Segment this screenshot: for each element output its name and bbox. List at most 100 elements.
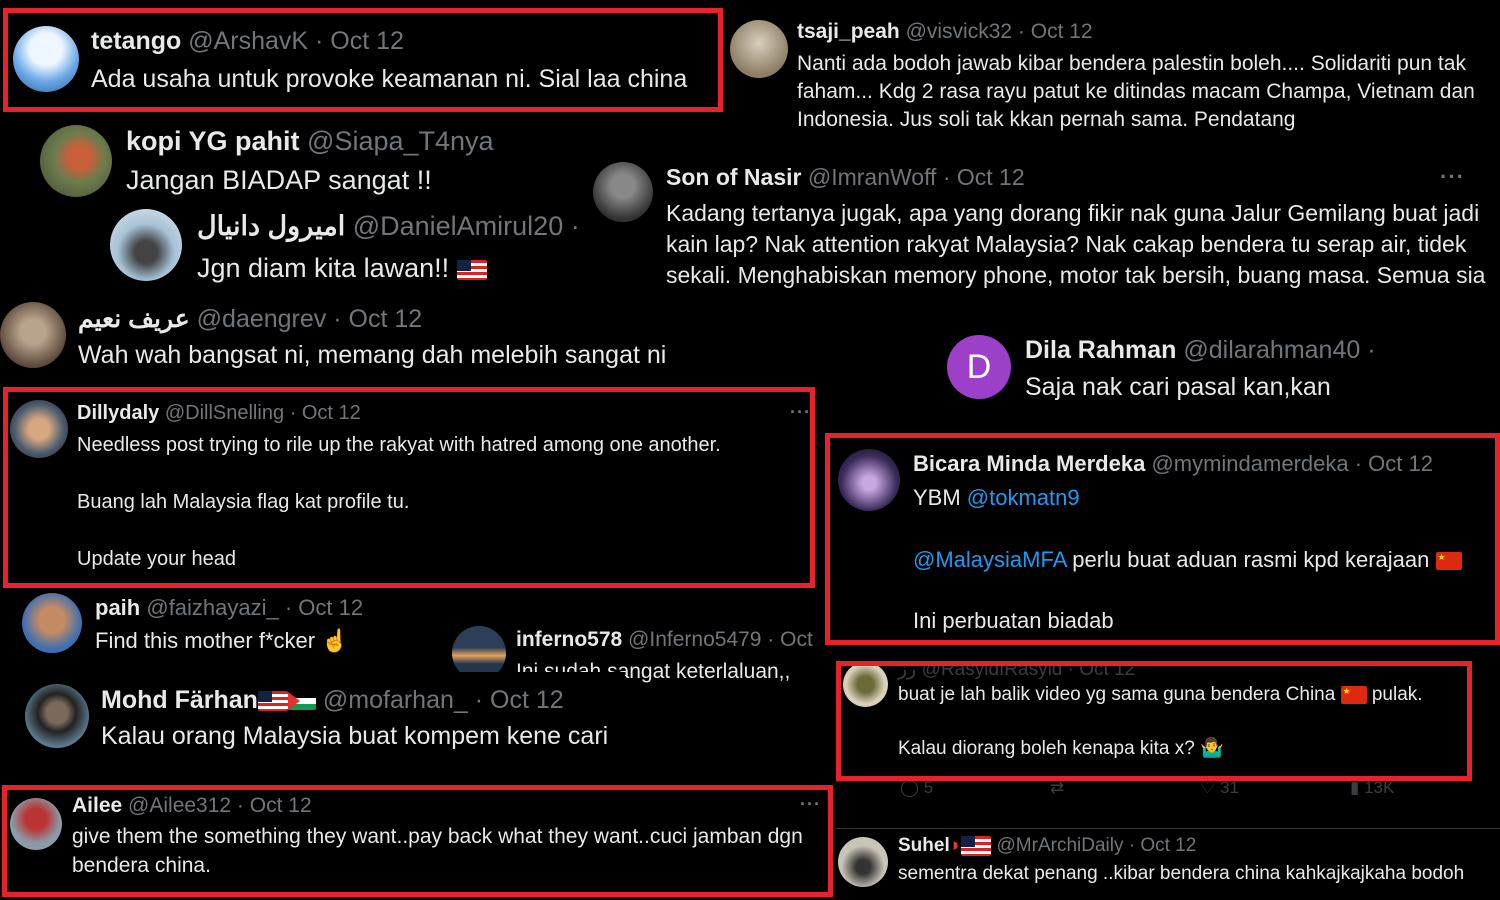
author-name[interactable]: Suhel	[898, 835, 950, 856]
avatar[interactable]	[730, 20, 788, 78]
hand-emoji-icon: ☝	[321, 628, 349, 653]
author-handle-date[interactable]: @Inferno5479 · Oct	[628, 628, 813, 651]
avatar[interactable]	[22, 593, 82, 653]
tweet-ailee[interactable]: Ailee @Ailee312 · Oct 12 ··· give them t…	[5, 788, 830, 896]
author-handle-date[interactable]: @ImranWoff · Oct 12	[808, 164, 1025, 190]
author-handle-date[interactable]: @dilarahman40 ·	[1183, 336, 1375, 364]
malaysia-flag-icon	[257, 691, 288, 712]
avatar[interactable]: D	[947, 335, 1011, 399]
heart-icon: ♡	[1200, 778, 1216, 797]
author-name[interactable]: inferno578	[516, 628, 622, 651]
more-options-icon[interactable]: ···	[800, 794, 821, 815]
tweet-text: give them the something they want..pay b…	[72, 825, 803, 877]
tweet-text: Kadang tertanya jugak, apa yang dorang f…	[666, 200, 1486, 317]
watermelon-icon: ◗	[949, 835, 962, 856]
author-name[interactable]: Mohd Färhan	[101, 686, 258, 714]
author-handle-date[interactable]: @ArshavK · Oct 12	[188, 27, 404, 55]
tweet-text: Jgn diam kita lawan!!	[197, 253, 450, 283]
author-name[interactable]: tetango	[91, 27, 181, 55]
tweet-text: Ada usaha untuk provoke keamanan ni. Sia…	[91, 65, 688, 93]
avatar[interactable]	[10, 400, 68, 458]
tweet-text-line2: Kalau diorang boleh kenapa kita x? 🤷‍♂️	[898, 738, 1224, 759]
tweet-text: Wah wah bangsat ni, memang dah melebih s…	[78, 341, 667, 369]
tweet-mohd-farhan[interactable]: Mohd Färhan @mofarhan_ · Oct 12 Kalau or…	[20, 672, 625, 770]
author-name[interactable]: Dillydaly	[77, 402, 159, 424]
author-handle-date[interactable]: @faizhayazi_ · Oct 12	[146, 595, 363, 620]
tweet-dila-rahman[interactable]: D Dila Rahman @dilarahman40 · Saja nak c…	[930, 318, 1375, 418]
tweet-text-line1b: pulak.	[1366, 684, 1423, 705]
tweet-text-line3: Update your head	[77, 548, 237, 570]
author-handle-date[interactable]: @visvick32 · Oct 12	[906, 20, 1093, 43]
tweet-text: Nanti ada bodoh jawab kibar bendera pale…	[797, 52, 1475, 131]
mention-link[interactable]: @tokmatn9	[967, 485, 1080, 510]
avatar[interactable]	[838, 449, 900, 511]
tweet-text-row: Jgn diam kita lawan!!	[197, 253, 487, 284]
avatar-letter: D	[966, 348, 992, 386]
author-name[interactable]: kopi YG pahit	[126, 126, 300, 156]
tweet-paih[interactable]: paih @faizhayazi_ · Oct 12 Find this mot…	[10, 590, 440, 662]
tweet-dillydaly[interactable]: Dillydaly @DillSnelling · Oct 12 ··· Nee…	[5, 388, 813, 586]
tweet-suhel[interactable]: Suhel◗ @MrArchiDaily · Oct 12 sementra d…	[835, 829, 1500, 900]
author-handle-date[interactable]: @Siapa_T4nya ·	[307, 126, 500, 156]
avatar[interactable]	[843, 662, 888, 707]
tweet-text: Jangan BIADAP sangat !!	[126, 165, 432, 195]
reply-button[interactable]: ◯ 5	[900, 778, 933, 798]
author-name[interactable]: tsaji_peah	[797, 20, 900, 43]
like-count: 31	[1219, 778, 1239, 797]
author-handle-date[interactable]: @RasyidIRasyid · Oct 12	[922, 659, 1136, 680]
tweet-text: Find this mother f*cker	[95, 628, 316, 653]
reply-count: 5	[923, 778, 934, 797]
author-handle-date[interactable]: @mymindamerdeka · Oct 12	[1151, 451, 1433, 476]
author-name[interactable]: Bicara Minda Merdeka	[913, 451, 1145, 476]
more-options-icon[interactable]: ···	[1440, 164, 1465, 190]
tweet-text: sementra dekat penang ..kibar bendera ch…	[898, 863, 1465, 884]
avatar[interactable]	[13, 26, 79, 92]
avatar[interactable]	[25, 684, 89, 748]
author-handle-date[interactable]: @Ailee312 · Oct 12	[128, 794, 312, 817]
views-icon: ▮	[1350, 778, 1360, 797]
more-options-icon[interactable]: ···	[790, 402, 811, 423]
repost-icon: ⇄	[1050, 778, 1065, 797]
author-handle-date[interactable]: @daengrev · Oct 12	[197, 305, 423, 333]
tweet-bicara-minda-merdeka[interactable]: Bicara Minda Merdeka @mymindamerdeka · O…	[830, 437, 1500, 642]
view-count: 13K	[1364, 778, 1395, 797]
tweet-text-line1a: buat je lah balik video yg sama guna ben…	[898, 684, 1341, 705]
tweet-tsaji-peah[interactable]: tsaji_peah @visvick32 · Oct 12 Nanti ada…	[725, 10, 1500, 135]
tweet-tetango[interactable]: tetango @ArshavK · Oct 12 Ada usaha untu…	[8, 13, 718, 109]
author-handle-date[interactable]: @mofarhan_ · Oct 12	[323, 686, 564, 714]
repost-button[interactable]: ⇄	[1050, 778, 1064, 798]
tweet-arif-naim[interactable]: عريف نعيم @daengrev · Oct 12 Wah wah ban…	[0, 292, 725, 380]
tweet-text-line3: Ini perbuatan biadab	[913, 608, 1114, 633]
author-handle-date[interactable]: @DillSnelling · Oct 12	[165, 402, 361, 424]
author-name[interactable]: عريف نعيم	[78, 305, 190, 333]
tweet-text-prefix: YBM	[913, 485, 967, 510]
views-button[interactable]: ▮ 13K	[1350, 778, 1394, 798]
tweet-text-line2: Buang lah Malaysia flag kat profile tu.	[77, 491, 410, 513]
author-name[interactable]: رز	[898, 659, 916, 680]
avatar[interactable]	[0, 302, 66, 368]
avatar[interactable]	[110, 209, 182, 281]
author-handle-date[interactable]: @DanielAmirul20 ·	[353, 211, 580, 241]
reply-icon: ◯	[900, 778, 920, 797]
avatar[interactable]	[10, 798, 62, 850]
tweet-kopi-yg-pahit[interactable]: kopi YG pahit @Siapa_T4nya · Jangan BIAD…	[10, 120, 500, 204]
tweet-text: Kalau orang Malaysia buat kompem kene ca…	[101, 722, 609, 750]
china-flag-icon	[1435, 552, 1462, 571]
mention-link[interactable]: @MalaysiaMFA	[913, 547, 1066, 572]
palestine-flag-icon	[287, 692, 316, 711]
author-name[interactable]: Ailee	[72, 794, 122, 817]
author-name[interactable]: paih	[95, 595, 140, 620]
tweet-rasyid[interactable]: رز @RasyidIRasyid · Oct 12 buat je lah b…	[835, 650, 1500, 810]
tweet-text-line1: Needless post trying to rile up the raky…	[77, 434, 721, 456]
author-name[interactable]: Dila Rahman	[1025, 336, 1176, 364]
author-name[interactable]: اميرول دانيال	[197, 211, 345, 241]
tweet-text-line2: perlu buat aduan rasmi kpd kerajaan	[1066, 547, 1430, 572]
china-flag-icon	[1340, 685, 1367, 704]
author-handle-date[interactable]: @MrArchiDaily · Oct 12	[997, 835, 1197, 856]
tweet-amirul[interactable]: اميرول دانيال @DanielAmirul20 · Jgn diam…	[105, 205, 587, 285]
author-name[interactable]: Son of Nasir	[666, 164, 801, 190]
avatar[interactable]	[593, 162, 653, 222]
avatar[interactable]	[40, 125, 112, 197]
like-button[interactable]: ♡ 31	[1200, 778, 1239, 798]
avatar[interactable]	[838, 837, 888, 887]
